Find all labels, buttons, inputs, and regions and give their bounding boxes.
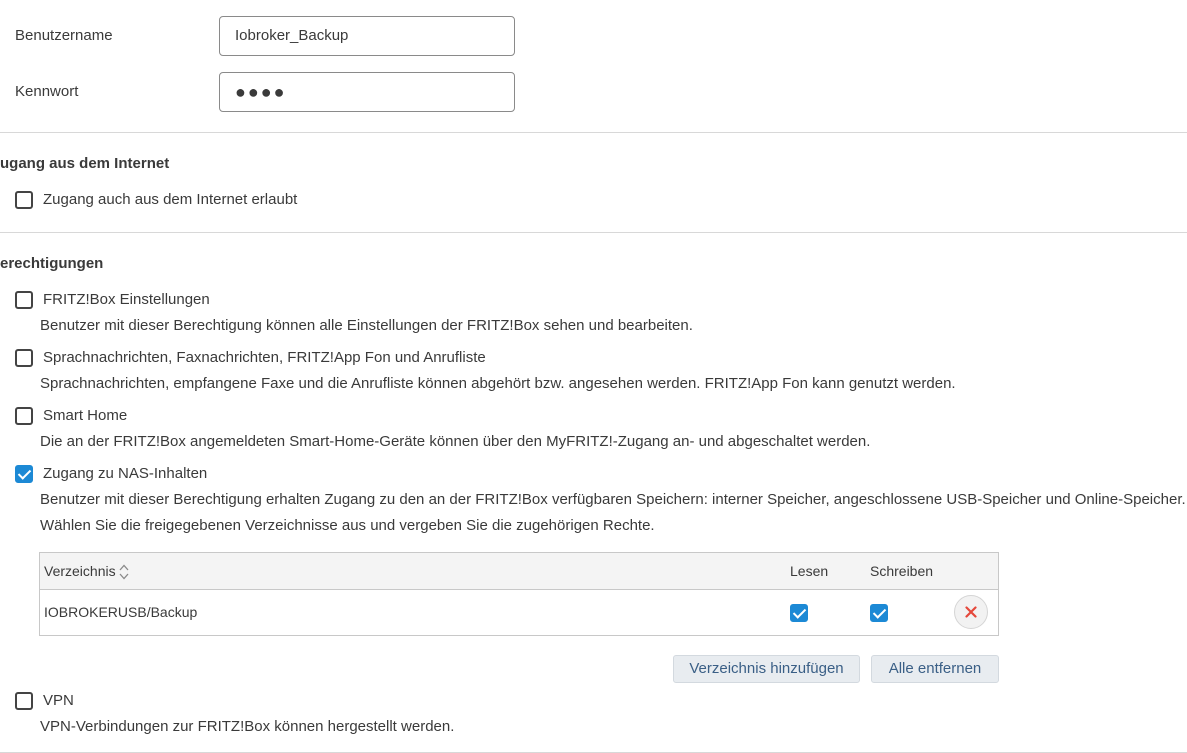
read-column-header: Lesen	[790, 563, 829, 579]
vpn-checkbox[interactable]	[15, 692, 33, 710]
smart-home-desc: Die an der FRITZ!Box angemeldeten Smart-…	[40, 433, 871, 450]
voice-fax-desc: Sprachnachrichten, empfangene Faxe und d…	[40, 375, 956, 392]
permissions-section-title: erechtigungen	[0, 255, 104, 272]
directory-header-label: Verzeichnis	[44, 563, 116, 579]
nas-access-desc-2: Wählen Sie die freigegebenen Verzeichnis…	[40, 517, 655, 534]
nas-access-label[interactable]: Zugang zu NAS-Inhalten	[43, 465, 207, 482]
username-input[interactable]: Iobroker_Backup	[219, 16, 515, 56]
write-permission-checkbox[interactable]	[870, 604, 888, 622]
sort-icon	[119, 564, 129, 580]
voice-fax-checkbox[interactable]	[15, 349, 33, 367]
directory-column-header[interactable]: Verzeichnis	[44, 563, 129, 580]
password-input[interactable]: ●●●●	[219, 72, 515, 112]
fritzbox-settings-label[interactable]: FRITZ!Box Einstellungen	[43, 291, 210, 308]
divider	[0, 232, 1187, 233]
nas-access-checkbox[interactable]	[15, 465, 33, 483]
vpn-desc: VPN-Verbindungen zur FRITZ!Box können he…	[40, 718, 455, 735]
smart-home-checkbox[interactable]	[15, 407, 33, 425]
username-label: Benutzername	[15, 27, 113, 44]
smart-home-label[interactable]: Smart Home	[43, 407, 127, 424]
fritzbox-settings-checkbox[interactable]	[15, 291, 33, 309]
nas-directory-table: Verzeichnis Lesen Schreiben IOBROKERUSB/…	[39, 552, 999, 636]
remove-all-button[interactable]: Alle entfernen	[871, 655, 999, 683]
read-permission-checkbox[interactable]	[790, 604, 808, 622]
table-header: Verzeichnis Lesen Schreiben	[40, 553, 998, 590]
internet-access-checkbox[interactable]	[15, 191, 33, 209]
close-icon	[965, 606, 977, 618]
internet-section-title: ugang aus dem Internet	[0, 155, 170, 172]
password-label: Kennwort	[15, 83, 79, 100]
delete-directory-button[interactable]	[954, 595, 988, 629]
voice-fax-label[interactable]: Sprachnachrichten, Faxnachrichten, FRITZ…	[43, 349, 486, 366]
directory-path: IOBROKERUSB/Backup	[44, 604, 198, 620]
vpn-label[interactable]: VPN	[43, 692, 74, 709]
add-directory-button[interactable]: Verzeichnis hinzufügen	[673, 655, 860, 683]
write-column-header: Schreiben	[870, 563, 934, 579]
internet-access-label[interactable]: Zugang auch aus dem Internet erlaubt	[43, 191, 297, 208]
nas-access-desc: Benutzer mit dieser Berechtigung erhalte…	[40, 491, 1186, 508]
divider	[0, 132, 1187, 133]
fritzbox-settings-desc: Benutzer mit dieser Berechtigung können …	[40, 317, 693, 334]
